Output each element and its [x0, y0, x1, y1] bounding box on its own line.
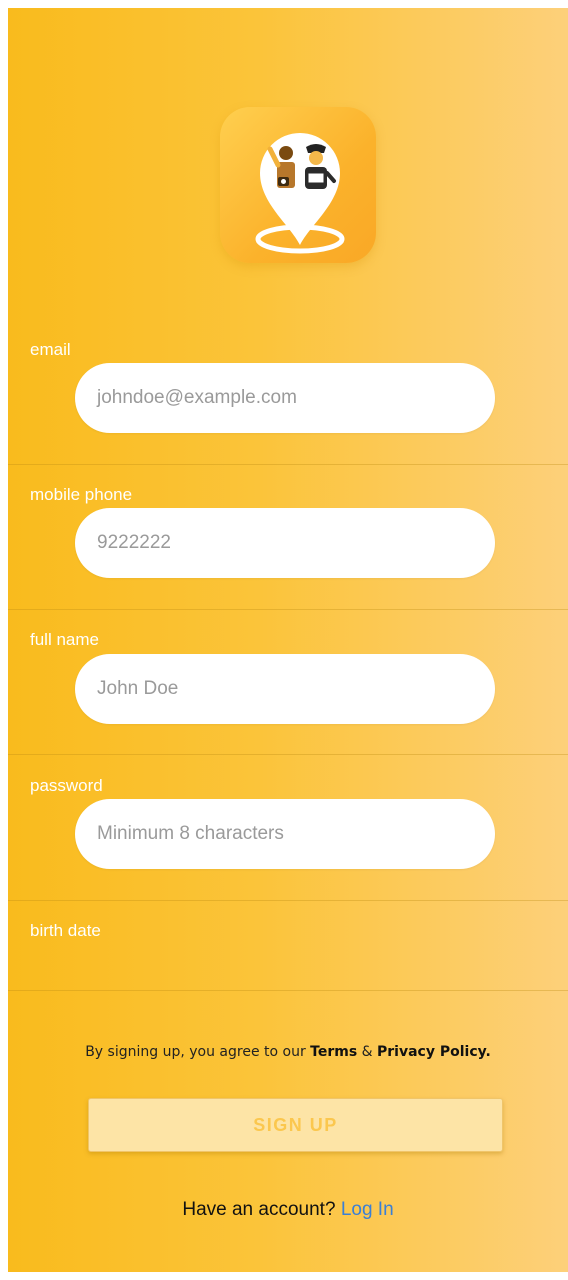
login-prompt: Have an account? Log In — [8, 1199, 568, 1221]
divider — [8, 464, 568, 465]
sign-up-button[interactable]: SIGN UP — [88, 1098, 503, 1152]
password-label: password — [30, 776, 103, 795]
divider — [8, 609, 568, 610]
password-input[interactable]: Minimum 8 characters — [75, 799, 495, 869]
email-placeholder: johndoe@example.com — [97, 387, 297, 408]
email-input[interactable]: johndoe@example.com — [75, 363, 495, 433]
full-name-placeholder: John Doe — [97, 678, 179, 699]
privacy-policy-link[interactable]: Privacy Policy. — [377, 1044, 491, 1060]
login-link[interactable]: Log In — [341, 1199, 394, 1220]
divider — [8, 990, 568, 991]
divider — [8, 754, 568, 755]
password-placeholder: Minimum 8 characters — [97, 823, 284, 844]
mobile-phone-input[interactable]: 9222222 — [75, 508, 495, 578]
terms-link[interactable]: Terms — [310, 1044, 357, 1060]
signup-screen: email johndoe@example.com mobile phone 9… — [8, 8, 568, 1272]
tour-guide-location-pin-icon — [255, 133, 345, 254]
terms-prefix: By signing up, you agree to our — [85, 1044, 306, 1060]
divider — [8, 900, 568, 901]
full-name-label: full name — [30, 630, 99, 649]
full-name-input[interactable]: John Doe — [75, 654, 495, 724]
birth-date-label: birth date — [30, 921, 101, 940]
app-logo — [220, 107, 376, 263]
login-prompt-text: Have an account? — [182, 1199, 336, 1220]
terms-text: By signing up, you agree to our Terms & … — [8, 1044, 568, 1060]
mobile-phone-placeholder: 9222222 — [97, 532, 171, 553]
mobile-phone-label: mobile phone — [30, 485, 133, 504]
terms-ampersand: & — [361, 1044, 373, 1060]
birth-date-input[interactable] — [8, 943, 568, 989]
email-label: email — [30, 340, 71, 359]
